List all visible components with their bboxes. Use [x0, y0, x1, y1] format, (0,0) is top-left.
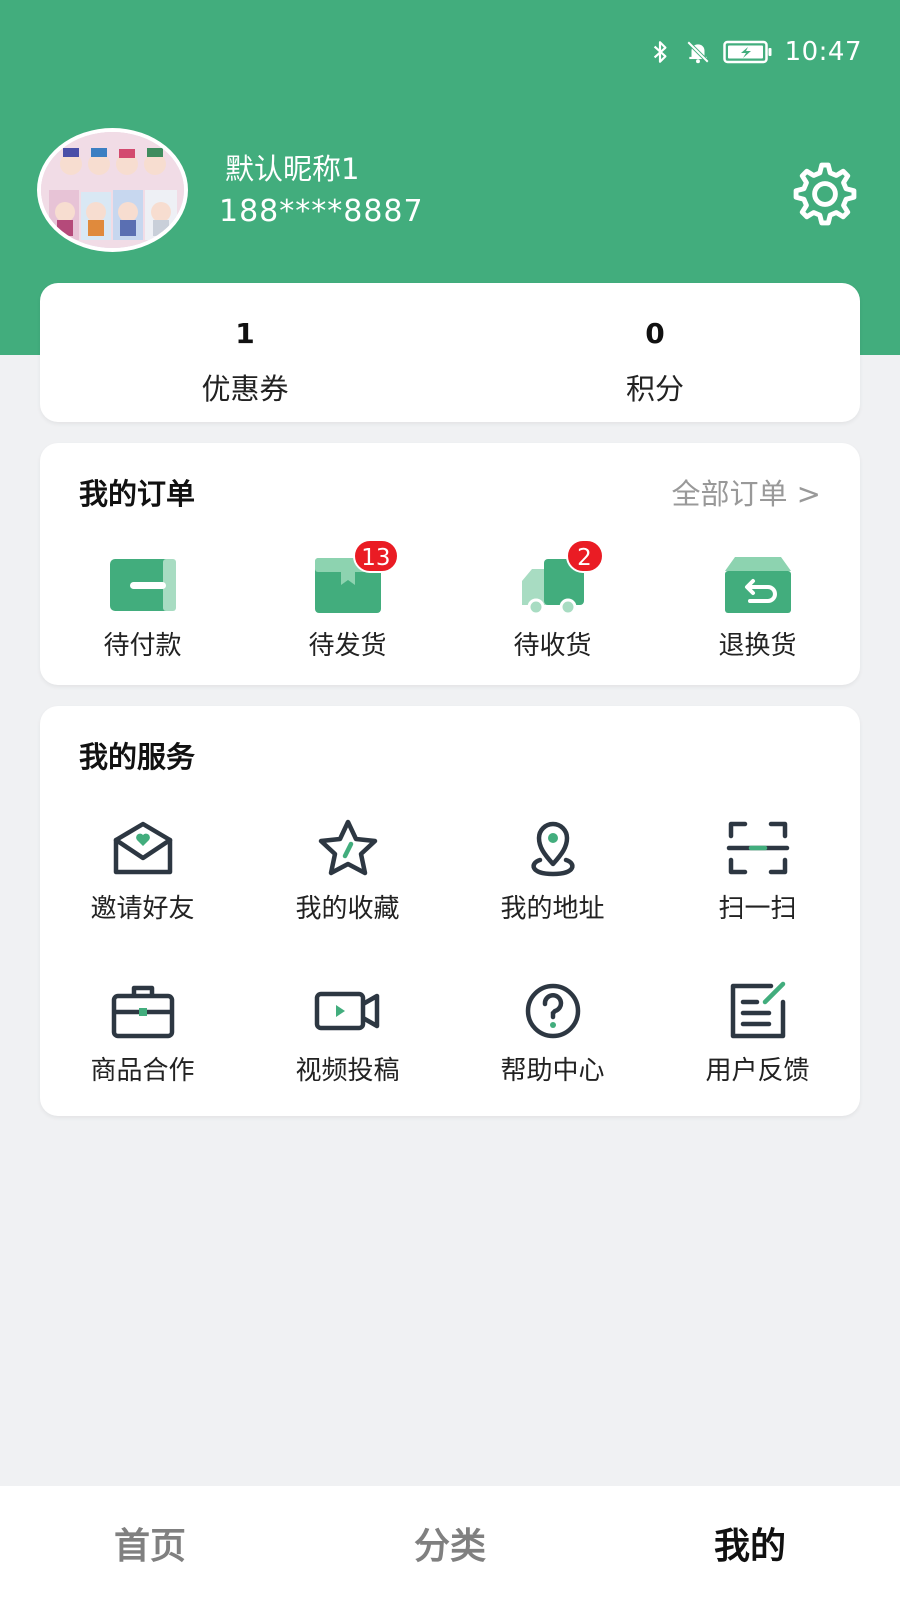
- tab-mine[interactable]: 我的: [600, 1486, 900, 1600]
- order-badge: 2: [565, 539, 604, 573]
- points-stat[interactable]: 0 积分: [450, 283, 860, 422]
- help-circle-icon: [525, 983, 580, 1039]
- service-item-label: 用户反馈: [705, 1056, 810, 1086]
- service-my-address[interactable]: 我的地址: [450, 818, 655, 925]
- order-item-label: 退换货: [718, 631, 797, 661]
- orders-title: 我的订单: [79, 477, 196, 511]
- order-item-label: 待付款: [103, 631, 182, 661]
- stats-card: 1 优惠券 0 积分: [40, 283, 860, 422]
- all-orders-link[interactable]: 全部订单 >: [671, 471, 821, 513]
- order-pending-shipment[interactable]: 13 待发货: [245, 539, 450, 662]
- order-item-label: 待收货: [513, 631, 592, 661]
- bottom-tab-bar: 首页 分类 我的: [0, 1486, 900, 1600]
- scan-icon: [726, 821, 789, 875]
- bell-muted-icon: [686, 40, 709, 64]
- service-item-label: 商品合作: [90, 1056, 195, 1086]
- bluetooth-icon: [653, 41, 667, 63]
- service-video-submission[interactable]: 视频投稿: [245, 980, 450, 1087]
- service-item-label: 我的地址: [500, 894, 605, 924]
- feedback-edit-icon: [730, 981, 785, 1039]
- nickname[interactable]: 默认昵称1: [225, 146, 359, 188]
- return-box-icon: [724, 557, 791, 613]
- tab-category[interactable]: 分类: [300, 1486, 600, 1600]
- video-camera-icon: [314, 991, 379, 1031]
- service-help-center[interactable]: 帮助中心: [450, 980, 655, 1087]
- order-return-exchange[interactable]: 退换货: [655, 555, 860, 662]
- service-item-label: 我的收藏: [295, 894, 400, 924]
- order-item-label: 待发货: [308, 631, 387, 661]
- service-scan[interactable]: 扫一扫: [655, 818, 860, 925]
- settings-button[interactable]: [786, 155, 864, 233]
- service-item-label: 帮助中心: [500, 1056, 605, 1086]
- phone-number: 188****8887: [219, 194, 424, 229]
- service-cooperation[interactable]: 商品合作: [40, 980, 245, 1087]
- coupon-count: 1: [235, 317, 255, 350]
- location-pin-icon: [530, 821, 575, 877]
- service-item-label: 邀请好友: [90, 894, 195, 924]
- gear-icon: [793, 162, 857, 226]
- services-card: 我的服务 邀请好友 我的收藏 我的地址 扫一扫 商品合作 视频投稿 帮助中心 用…: [40, 706, 860, 1116]
- points-label: 积分: [625, 372, 684, 406]
- order-pending-payment[interactable]: 待付款: [40, 555, 245, 662]
- service-item-label: 扫一扫: [718, 894, 797, 924]
- service-item-label: 视频投稿: [295, 1056, 400, 1086]
- coupon-label: 优惠券: [201, 372, 289, 406]
- star-icon: [318, 819, 377, 876]
- envelope-heart-icon: [113, 821, 172, 875]
- services-title: 我的服务: [79, 740, 196, 774]
- points-count: 0: [645, 317, 665, 350]
- order-badge: 13: [353, 539, 399, 573]
- order-pending-receipt[interactable]: 2 待收货: [450, 539, 655, 662]
- status-time: 10:47: [784, 37, 862, 67]
- avatar[interactable]: [37, 128, 188, 252]
- battery-charging-icon: [722, 40, 772, 64]
- status-bar: 10:47: [647, 36, 862, 68]
- wallet-icon: [109, 559, 176, 611]
- avatar-figures-image: [41, 132, 184, 248]
- tab-home[interactable]: 首页: [0, 1486, 300, 1600]
- orders-card: 我的订单 全部订单 > 待付款 13 待发货 2 待收货 退换货: [40, 443, 860, 685]
- service-feedback[interactable]: 用户反馈: [655, 980, 860, 1087]
- briefcase-icon: [111, 985, 174, 1039]
- service-favorites[interactable]: 我的收藏: [245, 818, 450, 925]
- service-invite-friends[interactable]: 邀请好友: [40, 818, 245, 925]
- coupon-stat[interactable]: 1 优惠券: [40, 283, 450, 422]
